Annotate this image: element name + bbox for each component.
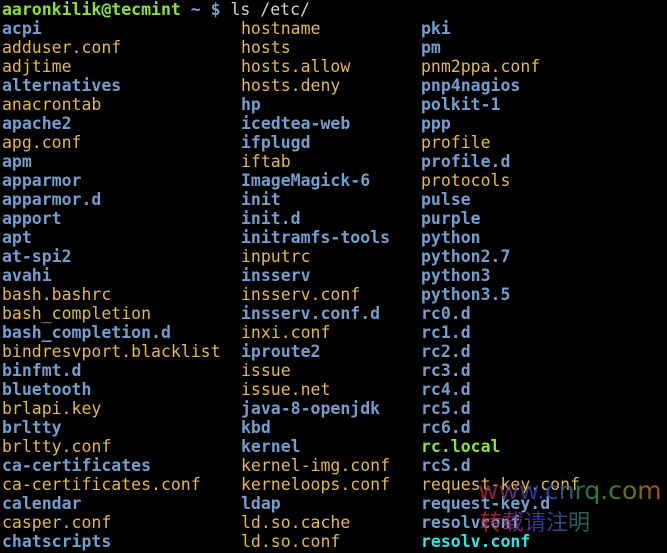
listing-entry-file: iftab xyxy=(241,152,291,171)
listing-entry-file: hosts.allow xyxy=(241,57,351,76)
listing-entry-dir: purple xyxy=(421,209,481,228)
listing-entry-dir: hp xyxy=(241,95,261,114)
listing-entry-dir: chatscripts xyxy=(2,532,112,551)
listing-entry-file: inputrc xyxy=(241,247,311,266)
shell-prompt: aaronkilik@tecmint ~ $ ls /etc/ xyxy=(2,0,310,19)
listing-entry-dir: rc3.d xyxy=(421,361,471,380)
listing-entry-dir: rc6.d xyxy=(421,418,471,437)
listing-entry-file: profile xyxy=(421,133,491,152)
listing-entry-dir: init.d xyxy=(241,209,301,228)
listing-entry-dir: init xyxy=(241,190,281,209)
listing-entry-dir: at-spi2 xyxy=(2,247,72,266)
listing-entry-file: adjtime xyxy=(2,57,72,76)
listing-entry-dir: apport xyxy=(2,209,62,228)
listing-entry-dir: icedtea-web xyxy=(241,114,351,133)
listing-column-3: pki pm pnm2ppa.conf pnp4nagios polkit-1 ppp pr… xyxy=(421,19,580,551)
listing-entry-dir: rc1.d xyxy=(421,323,471,342)
listing-entry-file: hosts.deny xyxy=(241,76,341,95)
listing-entry-file: issue.net xyxy=(241,380,331,399)
listing-entry-dir: python xyxy=(421,228,481,247)
prompt-symbol: $ xyxy=(210,0,221,19)
listing-entry-file: pnm2ppa.conf xyxy=(421,57,541,76)
listing-entry-dir: rc5.d xyxy=(421,399,471,418)
listing-entry-file: inxi.conf xyxy=(241,323,331,342)
listing-entry-dir: initramfs-tools xyxy=(241,228,391,247)
listing-column-2: hostname hosts hosts.allow hosts.deny hp iced… xyxy=(241,19,390,551)
listing-entry-dir: rcS.d xyxy=(421,456,471,475)
listing-entry-file: protocols xyxy=(421,171,511,190)
listing-entry-file: hostname xyxy=(241,19,321,38)
listing-entry-dir: python2.7 xyxy=(421,247,511,266)
listing-entry-dir: bluetooth xyxy=(2,380,92,399)
listing-entry-exec: rc.local xyxy=(421,437,501,456)
listing-entry-dir: profile.d xyxy=(421,152,511,171)
listing-entry-file: apg.conf xyxy=(2,133,82,152)
listing-entry-dir: ifplugd xyxy=(241,133,311,152)
listing-entry-file: anacrontab xyxy=(2,95,102,114)
listing-entry-link: resolv.conf xyxy=(421,532,531,551)
listing-entry-dir: kbd xyxy=(241,418,271,437)
listing-entry-dir: kernel xyxy=(241,437,301,456)
listing-entry-dir: brltty xyxy=(2,418,62,437)
listing-entry-file: kerneloops.conf xyxy=(241,475,391,494)
listing-entry-dir: pnp4nagios xyxy=(421,76,521,95)
listing-entry-file: hosts xyxy=(241,38,291,57)
listing-entry-file: ld.so.conf xyxy=(241,532,341,551)
listing-entry-file: bash_completion xyxy=(2,304,152,323)
listing-entry-dir: iproute2 xyxy=(241,342,321,361)
listing-entry-dir: rc0.d xyxy=(421,304,471,323)
listing-entry-file: issue xyxy=(241,361,291,380)
listing-entry-dir: alternatives xyxy=(2,76,122,95)
listing-entry-dir: polkit-1 xyxy=(421,95,501,114)
listing-entry-file: request-key.conf xyxy=(421,475,580,494)
listing-entry-dir: bash_completion.d xyxy=(2,323,171,342)
listing-entry-dir: pulse xyxy=(421,190,471,209)
listing-entry-file: ld.so.cache xyxy=(241,513,351,532)
listing-entry-file: insserv.conf xyxy=(241,285,361,304)
listing-entry-dir: insserv.conf.d xyxy=(241,304,381,323)
listing-entry-dir: acpi xyxy=(2,19,42,38)
listing-entry-dir: python3.5 xyxy=(421,285,511,304)
listing-entry-dir: apparmor.d xyxy=(2,190,102,209)
listing-entry-file: casper.conf xyxy=(2,513,112,532)
listing-entry-file: adduser.conf xyxy=(2,38,122,57)
listing-entry-dir: ldap xyxy=(241,494,281,513)
prompt-user-host: aaronkilik@tecmint xyxy=(2,0,181,19)
prompt-path: ~ xyxy=(190,0,201,19)
listing-entry-dir: avahi xyxy=(2,266,52,285)
listing-entry-dir: apparmor xyxy=(2,171,82,190)
listing-entry-dir: pki xyxy=(421,19,451,38)
listing-entry-dir: binfmt.d xyxy=(2,361,82,380)
listing-entry-file: kernel-img.conf xyxy=(241,456,391,475)
listing-entry-dir: ImageMagick-6 xyxy=(241,171,371,190)
listing-entry-dir: apm xyxy=(2,152,32,171)
listing-entry-dir: pm xyxy=(421,38,441,57)
listing-entry-dir: rc4.d xyxy=(421,380,471,399)
listing-entry-dir: ppp xyxy=(421,114,451,133)
listing-entry-dir: request-key.d xyxy=(421,494,551,513)
listing-entry-dir: ca-certificates xyxy=(2,456,152,475)
listing-entry-dir: apache2 xyxy=(2,114,72,133)
listing-entry-dir: rc2.d xyxy=(421,342,471,361)
listing-entry-file: brltty.conf xyxy=(2,437,112,456)
listing-entry-dir: insserv xyxy=(241,266,311,285)
prompt-command: ls /etc/ xyxy=(230,0,310,19)
listing-entry-file: ca-certificates.conf xyxy=(2,475,201,494)
listing-entry-dir: python3 xyxy=(421,266,491,285)
listing-entry-dir: resolvconf xyxy=(421,513,521,532)
listing-entry-file: bindresvport.blacklist xyxy=(2,342,221,361)
listing-entry-file: brlapi.key xyxy=(2,399,102,418)
listing-entry-dir: apt xyxy=(2,228,32,247)
listing-entry-file: bash.bashrc xyxy=(2,285,112,304)
listing-column-1: acpi adduser.conf adjtime alternatives anacr… xyxy=(2,19,221,551)
listing-entry-dir: java-8-openjdk xyxy=(241,399,381,418)
listing-entry-dir: calendar xyxy=(2,494,82,513)
